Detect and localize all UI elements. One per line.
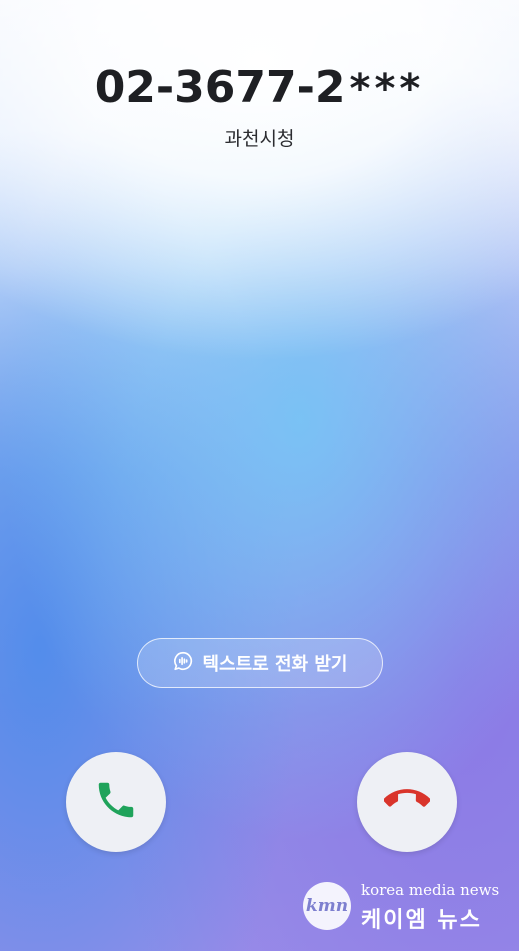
caller-number-mask: *** [349,66,425,112]
kmn-watermark: kmn korea media news 케이엠 뉴스 [303,878,503,938]
caller-number: 02-3677-2 *** [0,62,519,113]
answer-with-text-label: 텍스트로 전화 받기 [202,654,348,675]
kmn-logo: kmn [303,882,351,930]
accept-call-button[interactable] [66,752,166,852]
answer-with-text-button[interactable]: 텍스트로 전화 받기 [137,638,383,688]
chat-bubble-waveform-icon [172,650,194,677]
incoming-call-screen: 02-3677-2 *** 과천시청 텍스트로 전화 받기 kmn korea … [0,0,519,951]
phone-accept-icon [93,777,139,827]
phone-decline-icon [383,777,431,827]
decline-call-button[interactable] [357,752,457,852]
watermark-english: korea media news [361,881,500,899]
caller-number-digits: 02-3677-2 [94,62,346,113]
caller-name: 과천시청 [224,128,295,150]
watermark-korean: 케이엠 뉴스 [361,908,482,933]
